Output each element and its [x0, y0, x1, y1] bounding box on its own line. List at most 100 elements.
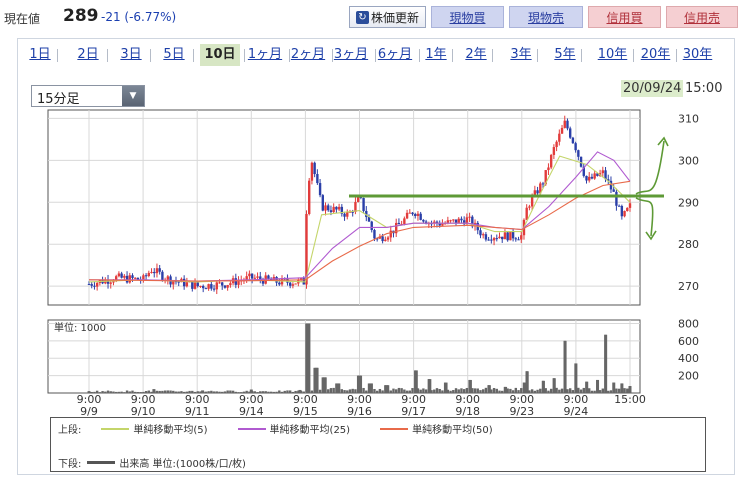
volume-bar: [242, 391, 246, 393]
volume-bar: [172, 390, 175, 393]
candle-body: [335, 206, 338, 210]
candle-body: [568, 128, 572, 138]
volume-bar: [473, 388, 477, 393]
volume-bar: [226, 390, 229, 393]
candle-body: [253, 277, 257, 279]
volume-bar: [332, 387, 335, 393]
volume-bar: [327, 389, 330, 393]
volume-bar: [123, 392, 126, 393]
candle-body: [490, 239, 493, 241]
volume-bar: [590, 390, 594, 393]
volume-bar: [523, 382, 527, 393]
candle-body: [555, 141, 558, 148]
candle-body: [210, 284, 213, 289]
volume-bar: [134, 391, 137, 393]
volume-bar: [571, 390, 575, 393]
candle-body: [479, 230, 482, 236]
volume-bar: [552, 378, 556, 393]
volume-bar: [269, 391, 273, 393]
candle-body: [585, 175, 588, 181]
candle-body: [547, 167, 550, 171]
candle-body: [313, 162, 316, 175]
volume-bar: [125, 390, 129, 393]
candle-body: [250, 273, 254, 279]
volume-bar: [259, 391, 262, 393]
volume-bar: [218, 391, 221, 393]
candle-body: [411, 212, 414, 215]
candle-body: [373, 230, 376, 239]
candle-body: [541, 183, 545, 185]
volume-bar: [511, 390, 515, 393]
candle-body: [155, 268, 159, 274]
volume-bar: [403, 389, 406, 393]
volume-bar: [177, 391, 180, 393]
volume-bar: [424, 389, 428, 393]
candle-body: [144, 275, 148, 277]
candle-body: [389, 230, 392, 238]
volume-bar: [95, 390, 99, 393]
volume-bar: [400, 388, 403, 393]
candle-body: [511, 231, 515, 239]
legend-volume: 出来高 単位:(1000株/口/枚): [119, 459, 246, 470]
volume-bar: [256, 392, 259, 393]
volume-bar: [601, 388, 605, 393]
volume-bar: [549, 388, 553, 393]
candle-body: [128, 275, 131, 283]
candle-body: [405, 212, 409, 219]
volume-bar: [318, 389, 322, 393]
volume-bar: [435, 388, 439, 393]
volume-bar: [414, 370, 418, 393]
legend-ma50-swatch: [380, 427, 409, 430]
volume-bar: [582, 387, 585, 393]
volume-bar: [468, 379, 472, 393]
volume-bar: [322, 377, 326, 393]
volume-bar: [212, 391, 216, 393]
volume-bar: [93, 391, 96, 393]
volume-bar: [577, 387, 580, 393]
candle-body: [514, 238, 518, 240]
candle-body: [577, 150, 580, 157]
volume-bar: [598, 390, 602, 393]
volume-bar: [291, 391, 295, 393]
candle-body: [370, 221, 373, 231]
candle-body: [218, 282, 221, 284]
candle-body: [588, 176, 591, 181]
y-tick-label: 290: [678, 196, 699, 209]
volume-bar: [465, 387, 469, 393]
volume-bar: [476, 388, 479, 393]
volume-bar: [492, 388, 496, 393]
candle-body: [356, 196, 360, 203]
candle-body: [248, 273, 251, 277]
candle-body: [403, 218, 406, 224]
y-tick-label: 310: [678, 112, 699, 125]
legend: 上段: 単純移動平均(5) 単純移動平均(25) 単純移動平均(50) 下段: …: [50, 417, 706, 472]
candle-body: [528, 206, 531, 208]
candle-body: [620, 206, 624, 217]
volume-bar: [525, 371, 529, 393]
volume-bar: [253, 391, 257, 393]
candle-body: [549, 154, 553, 168]
volume-bar: [547, 390, 550, 393]
volume-bar: [536, 389, 539, 393]
legend-lower-label: 下段:: [58, 459, 82, 470]
candle-body: [530, 196, 534, 207]
volume-bar: [348, 389, 352, 393]
candle-body: [487, 239, 490, 241]
candle-body: [441, 223, 444, 226]
volume-bar: [204, 391, 208, 393]
volume-bar: [249, 389, 253, 393]
candle-body: [381, 236, 384, 242]
candle-body: [318, 183, 322, 196]
candle-body: [623, 211, 626, 217]
candle-body: [626, 207, 629, 212]
candle-body: [449, 220, 452, 222]
volume-bar: [283, 390, 286, 393]
volume-bar: [617, 388, 621, 393]
legend-volume-swatch: [87, 461, 116, 464]
candle-body: [484, 234, 488, 240]
volume-bar: [533, 390, 537, 393]
volume-bar: [152, 389, 156, 393]
volume-bar: [612, 382, 616, 393]
volume-bar: [286, 390, 289, 393]
candle-body: [520, 235, 523, 240]
